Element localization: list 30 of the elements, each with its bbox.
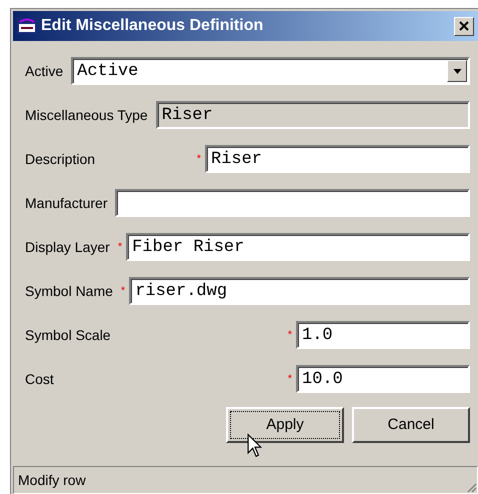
close-button[interactable] [454,16,474,36]
required-mark: * [288,373,292,385]
status-text: Modify row [18,472,86,488]
input-field[interactable]: Riser [156,101,470,129]
cancel-button[interactable]: Cancel [352,407,470,443]
field-label: Display Layer [25,239,110,255]
required-mark: * [196,153,201,165]
field-label: Symbol Name [25,283,113,299]
required-mark: * [120,285,126,297]
input-field[interactable] [115,189,470,217]
field-label: Description [25,151,96,167]
input-field[interactable]: 10.0 [296,365,470,393]
resize-grip-icon[interactable] [465,481,477,493]
input-field[interactable]: 1.0 [296,321,470,349]
field-label: Symbol Scale [25,327,111,343]
close-icon [459,21,469,31]
field-label: Active [25,63,64,79]
mouse-cursor-icon [247,433,263,459]
required-mark: * [118,241,122,253]
field-label: Cost [25,371,54,387]
input-field[interactable]: Riser [205,145,470,173]
required-mark: * [288,329,292,341]
input-field[interactable]: riser.dwg [129,277,470,305]
window-title: Edit Miscellaneous Definition [41,17,264,35]
field-label: Miscellaneous Type [25,107,148,123]
dropdown-field[interactable]: Active [71,57,470,85]
apply-button[interactable]: Apply [226,407,344,443]
app-icon [17,18,37,34]
input-field[interactable]: Fiber Riser [126,233,470,261]
field-label: Manufacturer [25,195,108,211]
